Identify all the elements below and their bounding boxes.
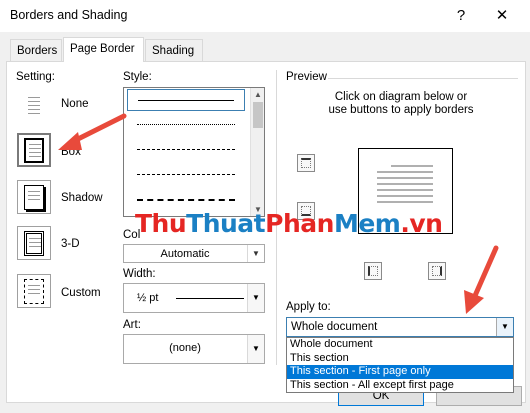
- chevron-down-icon[interactable]: ▼: [496, 318, 513, 336]
- chevron-down-icon[interactable]: ▼: [247, 335, 264, 363]
- style-solid[interactable]: [127, 89, 245, 111]
- tab-borders[interactable]: Borders: [10, 39, 62, 61]
- title-bar: Borders and Shading ? ✕: [0, 0, 530, 32]
- right-border-icon: [432, 266, 442, 276]
- setting-shadow-label[interactable]: Shadow: [61, 192, 103, 204]
- watermark-logo: ThuThuatPhanMem.vn: [135, 209, 443, 238]
- option-all-except-first[interactable]: This section - All except first page: [287, 379, 513, 393]
- preview-rule: [328, 78, 518, 79]
- setting-custom-icon[interactable]: [17, 274, 51, 308]
- style-dashed-small[interactable]: [127, 139, 245, 161]
- setting-box-icon[interactable]: [17, 133, 51, 167]
- apply-to-options[interactable]: Whole document This section This section…: [286, 337, 514, 393]
- color-dropdown[interactable]: Automatic ▼: [123, 244, 265, 263]
- left-border-button[interactable]: [364, 262, 382, 280]
- color-value: Automatic: [160, 248, 210, 260]
- art-heading: Art:: [123, 319, 141, 331]
- width-heading: Width:: [123, 268, 156, 280]
- style-scrollbar[interactable]: ▲ ▼: [250, 88, 264, 216]
- preview-heading: Preview: [286, 71, 327, 83]
- width-dropdown[interactable]: ½ pt ▼: [123, 283, 265, 313]
- scroll-thumb[interactable]: [253, 102, 263, 128]
- style-list[interactable]: ▲ ▼: [123, 87, 265, 217]
- tab-page-border[interactable]: Page Border: [63, 37, 144, 62]
- option-whole-document[interactable]: Whole document: [287, 338, 513, 352]
- right-border-button[interactable]: [428, 262, 446, 280]
- apply-to-value: Whole document: [291, 321, 378, 333]
- dialog-title: Borders and Shading: [10, 8, 128, 22]
- page-none-icon: [24, 92, 44, 117]
- setting-3d-label[interactable]: 3-D: [61, 238, 80, 250]
- art-value: (none): [169, 342, 201, 354]
- setting-shadow-icon[interactable]: [17, 180, 51, 214]
- top-border-icon: [301, 158, 311, 168]
- page-3d-icon: [24, 231, 44, 256]
- preview-instruction-1: Click on diagram below or: [334, 91, 468, 103]
- setting-heading: Setting:: [16, 71, 55, 83]
- width-value: ½ pt: [137, 292, 159, 304]
- close-button[interactable]: ✕: [486, 5, 518, 27]
- scroll-up-icon[interactable]: ▲: [251, 88, 265, 101]
- setting-none-icon[interactable]: [17, 87, 51, 121]
- help-button[interactable]: ?: [448, 5, 474, 27]
- style-dash-dot[interactable]: [127, 189, 245, 211]
- page-shadow-icon: [24, 185, 44, 210]
- annotation-arrow-apply: [464, 245, 499, 314]
- preview-instruction-2: use buttons to apply borders: [328, 104, 474, 116]
- annotation-arrow-box: [58, 113, 127, 150]
- top-border-button[interactable]: [297, 154, 315, 172]
- chevron-down-icon[interactable]: ▼: [247, 245, 264, 262]
- option-first-page-only[interactable]: This section - First page only: [287, 365, 513, 379]
- page-custom-icon: [24, 279, 44, 304]
- option-this-section[interactable]: This section: [287, 352, 513, 366]
- apply-to-dropdown[interactable]: Whole document ▼: [286, 317, 514, 337]
- tab-shading[interactable]: Shading: [145, 39, 203, 61]
- setting-3d-icon[interactable]: [17, 226, 51, 260]
- setting-custom-label[interactable]: Custom: [61, 287, 101, 299]
- page-box-icon: [24, 138, 44, 163]
- width-line: [176, 298, 244, 299]
- apply-to-heading: Apply to:: [286, 301, 331, 313]
- style-dashed[interactable]: [127, 164, 245, 186]
- style-dotted[interactable]: [127, 114, 245, 136]
- art-dropdown[interactable]: (none) ▼: [123, 334, 265, 364]
- style-heading: Style:: [123, 71, 152, 83]
- chevron-down-icon[interactable]: ▼: [247, 284, 264, 312]
- left-border-icon: [368, 266, 378, 276]
